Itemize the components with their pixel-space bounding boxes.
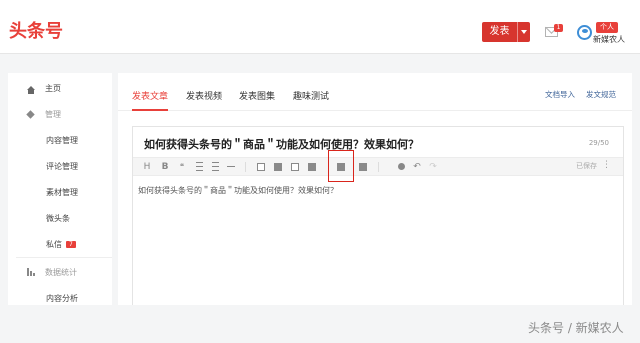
ordered-list-button[interactable] <box>209 158 221 175</box>
sidebar-section-label: 数据统计 <box>45 267 77 277</box>
sidebar-item-comment-manage[interactable]: 评论管理 <box>8 157 112 175</box>
sidebar-item-label: 私信 <box>46 239 62 249</box>
horizontal-rule-icon <box>227 165 235 168</box>
bold-button[interactable]: B <box>159 158 171 175</box>
insert-video-button[interactable] <box>289 158 301 175</box>
unordered-list-button[interactable] <box>193 158 205 175</box>
user-name[interactable]: 新媒农人 <box>593 34 625 45</box>
top-header: 头条号 发表 1 个人 新媒农人 <box>0 0 640 54</box>
active-tab-indicator <box>132 109 168 111</box>
insert-vote-button[interactable] <box>357 158 369 175</box>
audio-icon <box>308 162 316 171</box>
publish-button-label: 发表 <box>489 26 510 37</box>
sidebar-section-manage: 管理 <box>8 105 112 123</box>
main-panel: 发表文章 发表视频 发表图集 趣味测试 文档导入 发文规范 如何获得头条号的＂商… <box>118 73 632 305</box>
sidebar-section-stats: 数据统计 <box>8 263 112 281</box>
more-options-icon[interactable]: ⋮ <box>602 160 611 170</box>
cube-icon <box>26 109 35 119</box>
sidebar-item-micro-toutiao[interactable]: 微头条 <box>8 209 112 227</box>
account-type-badge: 个人 <box>596 22 618 33</box>
insert-document-button[interactable] <box>255 158 267 175</box>
publishing-rules-link[interactable]: 发文规范 <box>586 89 616 100</box>
article-editor: 如何获得头条号的＂商品＂功能及如何使用？效果如何？ 29/50 H B ❝ ↶ … <box>132 126 624 305</box>
sidebar-item-label: 主页 <box>45 83 61 93</box>
publish-button[interactable]: 发表 <box>482 22 530 42</box>
tab-publish-gallery[interactable]: 发表图集 <box>239 89 275 102</box>
tab-fun-quiz[interactable]: 趣味测试 <box>293 89 329 102</box>
insert-audio-button[interactable] <box>306 158 318 175</box>
save-status: 已保存 <box>576 162 597 170</box>
publish-dropdown-toggle[interactable] <box>517 22 530 42</box>
horizontal-rule-button[interactable] <box>225 158 237 175</box>
heading-button[interactable]: H <box>141 158 153 175</box>
sidebar-item-label: 微头条 <box>46 213 70 223</box>
toolbar-separator <box>378 162 379 172</box>
sidebar-item-label: 内容分析 <box>46 293 78 303</box>
mail-badge: 1 <box>554 24 563 32</box>
quote-button[interactable]: ❝ <box>176 158 188 175</box>
sidebar-item-label: 内容管理 <box>46 135 78 145</box>
tab-publish-video[interactable]: 发表视频 <box>186 89 222 102</box>
sidebar-item-label: 素材管理 <box>46 187 78 197</box>
document-import-link[interactable]: 文档导入 <box>545 89 575 100</box>
document-icon <box>257 162 265 171</box>
tab-publish-article[interactable]: 发表文章 <box>132 89 168 102</box>
sidebar-item-messages[interactable]: 私信 7 <box>8 235 112 253</box>
editor-toolbar: H B ❝ ↶ ↷ 已保存 ⋮ <box>133 157 623 176</box>
sidebar-section-label: 管理 <box>45 109 61 119</box>
insert-image-button[interactable] <box>272 158 284 175</box>
article-title-input[interactable]: 如何获得头条号的＂商品＂功能及如何使用？效果如何？ <box>144 136 419 152</box>
sidebar-item-label: 评论管理 <box>46 161 78 171</box>
sidebar-item-content-analysis[interactable]: 内容分析 <box>8 289 112 307</box>
clear-format-button[interactable] <box>395 158 407 175</box>
publish-tabs: 发表文章 发表视频 发表图集 趣味测试 文档导入 发文规范 <box>118 73 632 111</box>
messages-badge: 7 <box>66 240 76 248</box>
article-body-editor[interactable]: 如何获得头条号的＂商品＂功能及如何使用？效果如何？ <box>138 185 338 196</box>
title-row: 如何获得头条号的＂商品＂功能及如何使用？效果如何？ 29/50 <box>133 127 623 157</box>
video-icon <box>291 162 299 171</box>
redo-button[interactable]: ↷ <box>427 158 439 175</box>
annotation-highlight-box <box>328 150 354 182</box>
vote-icon <box>359 162 367 171</box>
sidebar-item-home[interactable]: 主页 <box>8 79 112 97</box>
image-icon <box>274 162 282 171</box>
avatar[interactable] <box>577 25 592 40</box>
unordered-list-icon <box>195 161 203 173</box>
ordered-list-icon <box>211 161 219 173</box>
watermark: 头条号 / 新媒农人 <box>528 321 624 335</box>
title-char-count: 29/50 <box>588 139 609 147</box>
sidebar-item-material-manage[interactable]: 素材管理 <box>8 183 112 201</box>
sidebar-divider <box>16 257 112 258</box>
bar-chart-icon <box>26 268 35 277</box>
undo-button[interactable]: ↶ <box>411 158 423 175</box>
home-icon <box>26 84 35 94</box>
toutiao-logo[interactable]: 头条号 <box>9 22 63 42</box>
chevron-down-icon <box>521 30 527 34</box>
toolbar-separator <box>245 162 246 172</box>
eraser-icon <box>397 163 405 170</box>
sidebar: 主页 管理 内容管理 评论管理 素材管理 微头条 私信 7 数据统计 内容分析 <box>8 73 112 305</box>
sidebar-item-content-manage[interactable]: 内容管理 <box>8 131 112 149</box>
